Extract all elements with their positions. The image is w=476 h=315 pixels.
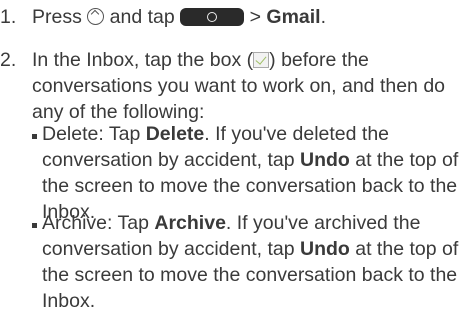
- step-text-segment: ) before the: [269, 49, 369, 71]
- text-segment: . If you've deleted the: [204, 123, 390, 145]
- text-line: Archive: Tap Archive. If you've archived…: [42, 210, 458, 236]
- instruction-document: 1. Press and tap > Gmail. 2. In the Inbo…: [0, 0, 476, 315]
- text-line: In the Inbox, tap the box ( ) before the: [32, 47, 476, 73]
- bullet-marker: [32, 223, 37, 228]
- step-text-segment: >: [244, 6, 267, 28]
- step-text: In the Inbox, tap the box () before the …: [32, 47, 476, 125]
- step-text-segment: .: [320, 6, 327, 28]
- step-text-segment: Press: [32, 6, 88, 28]
- text-line: conversation by accident, tap Undo at th…: [42, 236, 458, 262]
- undo-label: Undo: [300, 238, 350, 260]
- bullet-text: Archive: Tap Archive. If you've archived…: [42, 210, 458, 314]
- checkbox-icon: [253, 52, 270, 68]
- gmail-label: Gmail: [266, 6, 321, 28]
- text-line: the screen to move the conversation back…: [42, 264, 458, 286]
- text-segment: conversation by accident, tap: [42, 149, 300, 171]
- text-segment: Delete: Tap: [42, 123, 146, 145]
- text-line: conversations you want to work on, and t…: [32, 75, 446, 97]
- text-segment: at the top of: [349, 149, 459, 171]
- text-line: Delete: Tap Delete. If you've deleted th…: [42, 121, 458, 147]
- step-number: 1.: [0, 6, 17, 28]
- text-line: the screen to move the conversation back…: [42, 175, 458, 197]
- home-icon: [87, 8, 105, 25]
- delete-label: Delete: [145, 123, 205, 145]
- archive-label: Archive: [154, 212, 226, 234]
- step-text: Press and tap > Gmail.: [32, 4, 476, 30]
- step-text-segment: and tap: [104, 6, 181, 28]
- text-line: conversation by accident, tap Undo at th…: [42, 147, 458, 173]
- text-segment: at the top of: [349, 238, 459, 260]
- text-segment: . If you've archived the: [225, 212, 421, 234]
- launcher-button-icon: [180, 8, 245, 26]
- step-text-segment: In the Inbox, tap the box (: [32, 49, 254, 71]
- text-line: Inbox.: [42, 290, 96, 312]
- step-number: 2.: [0, 49, 17, 71]
- bullet-marker: [32, 134, 37, 139]
- undo-label: Undo: [300, 149, 350, 171]
- text-segment: Archive: Tap: [42, 212, 155, 234]
- text-segment: conversation by accident, tap: [42, 238, 300, 260]
